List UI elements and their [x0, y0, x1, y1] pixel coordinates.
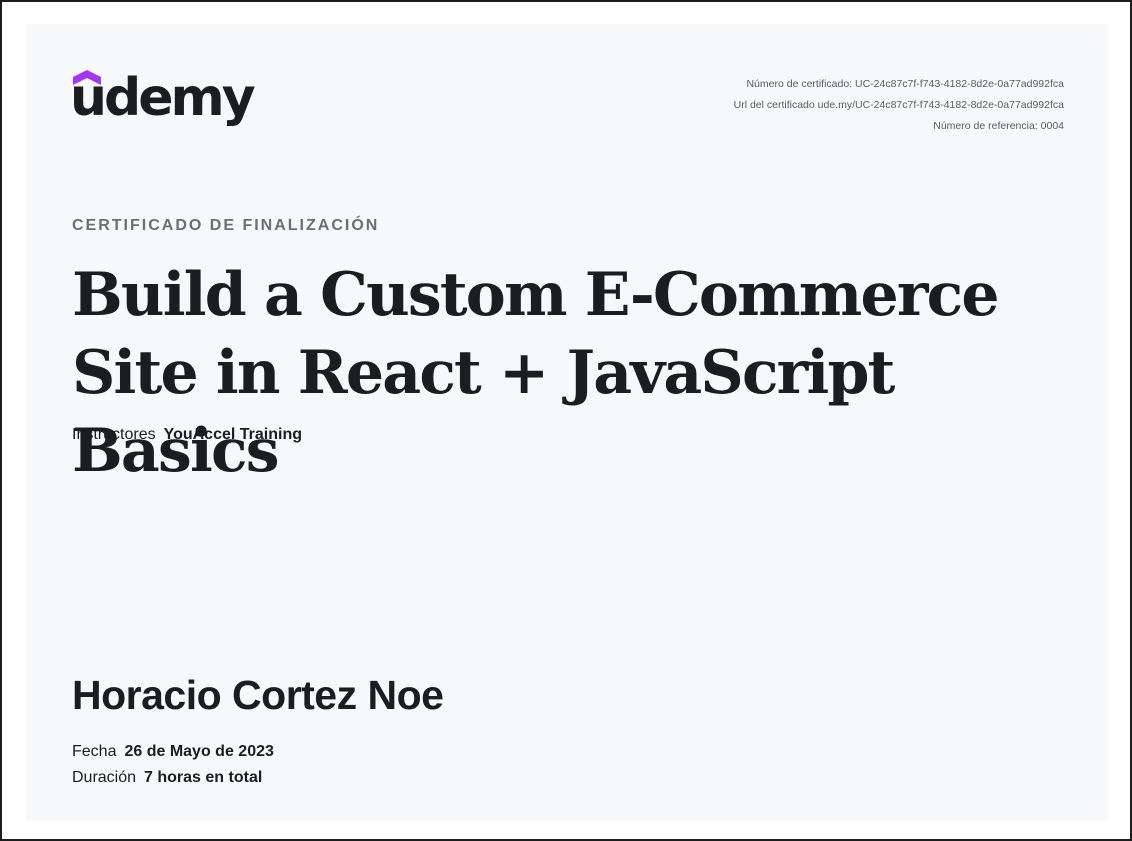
duration-row: Duración 7 horas en total	[72, 765, 274, 791]
duration-value: 7 horas en total	[144, 769, 263, 786]
date-row: Fecha 26 de Mayo de 2023	[72, 739, 274, 765]
duration-label: Duración	[72, 769, 137, 786]
udemy-logo: udemy	[70, 68, 262, 142]
reference-number: Número de referencia: 0004	[933, 120, 1064, 132]
certificate: udemy Número de certificado: UC-24c87c7f…	[26, 24, 1108, 821]
certificate-number: Número de certificado: UC-24c87c7f-f743-…	[746, 78, 1064, 90]
udemy-wordmark: udemy	[70, 68, 256, 128]
student-name: Horacio Cortez Noe	[72, 672, 444, 718]
instructors-label: Instructores	[72, 426, 156, 443]
instructors: Instructores YouAccel Training	[72, 426, 302, 444]
course-title: Build a Custom E-Commerce Site in React …	[72, 260, 1000, 486]
certificate-kicker: CERTIFICADO DE FINALIZACIÓN	[72, 217, 380, 234]
completion-info: Fecha 26 de Mayo de 2023 Duración 7 horas …	[72, 739, 274, 791]
date-value: 26 de Mayo de 2023	[124, 743, 274, 760]
instructors-value: YouAccel Training	[163, 426, 302, 443]
certificate-url: Url del certificado ude.my/UC-24c87c7f-f…	[733, 99, 1064, 111]
date-label: Fecha	[72, 743, 117, 760]
certificate-meta: Número de certificado: UC-24c87c7f-f743-…	[734, 74, 1064, 137]
